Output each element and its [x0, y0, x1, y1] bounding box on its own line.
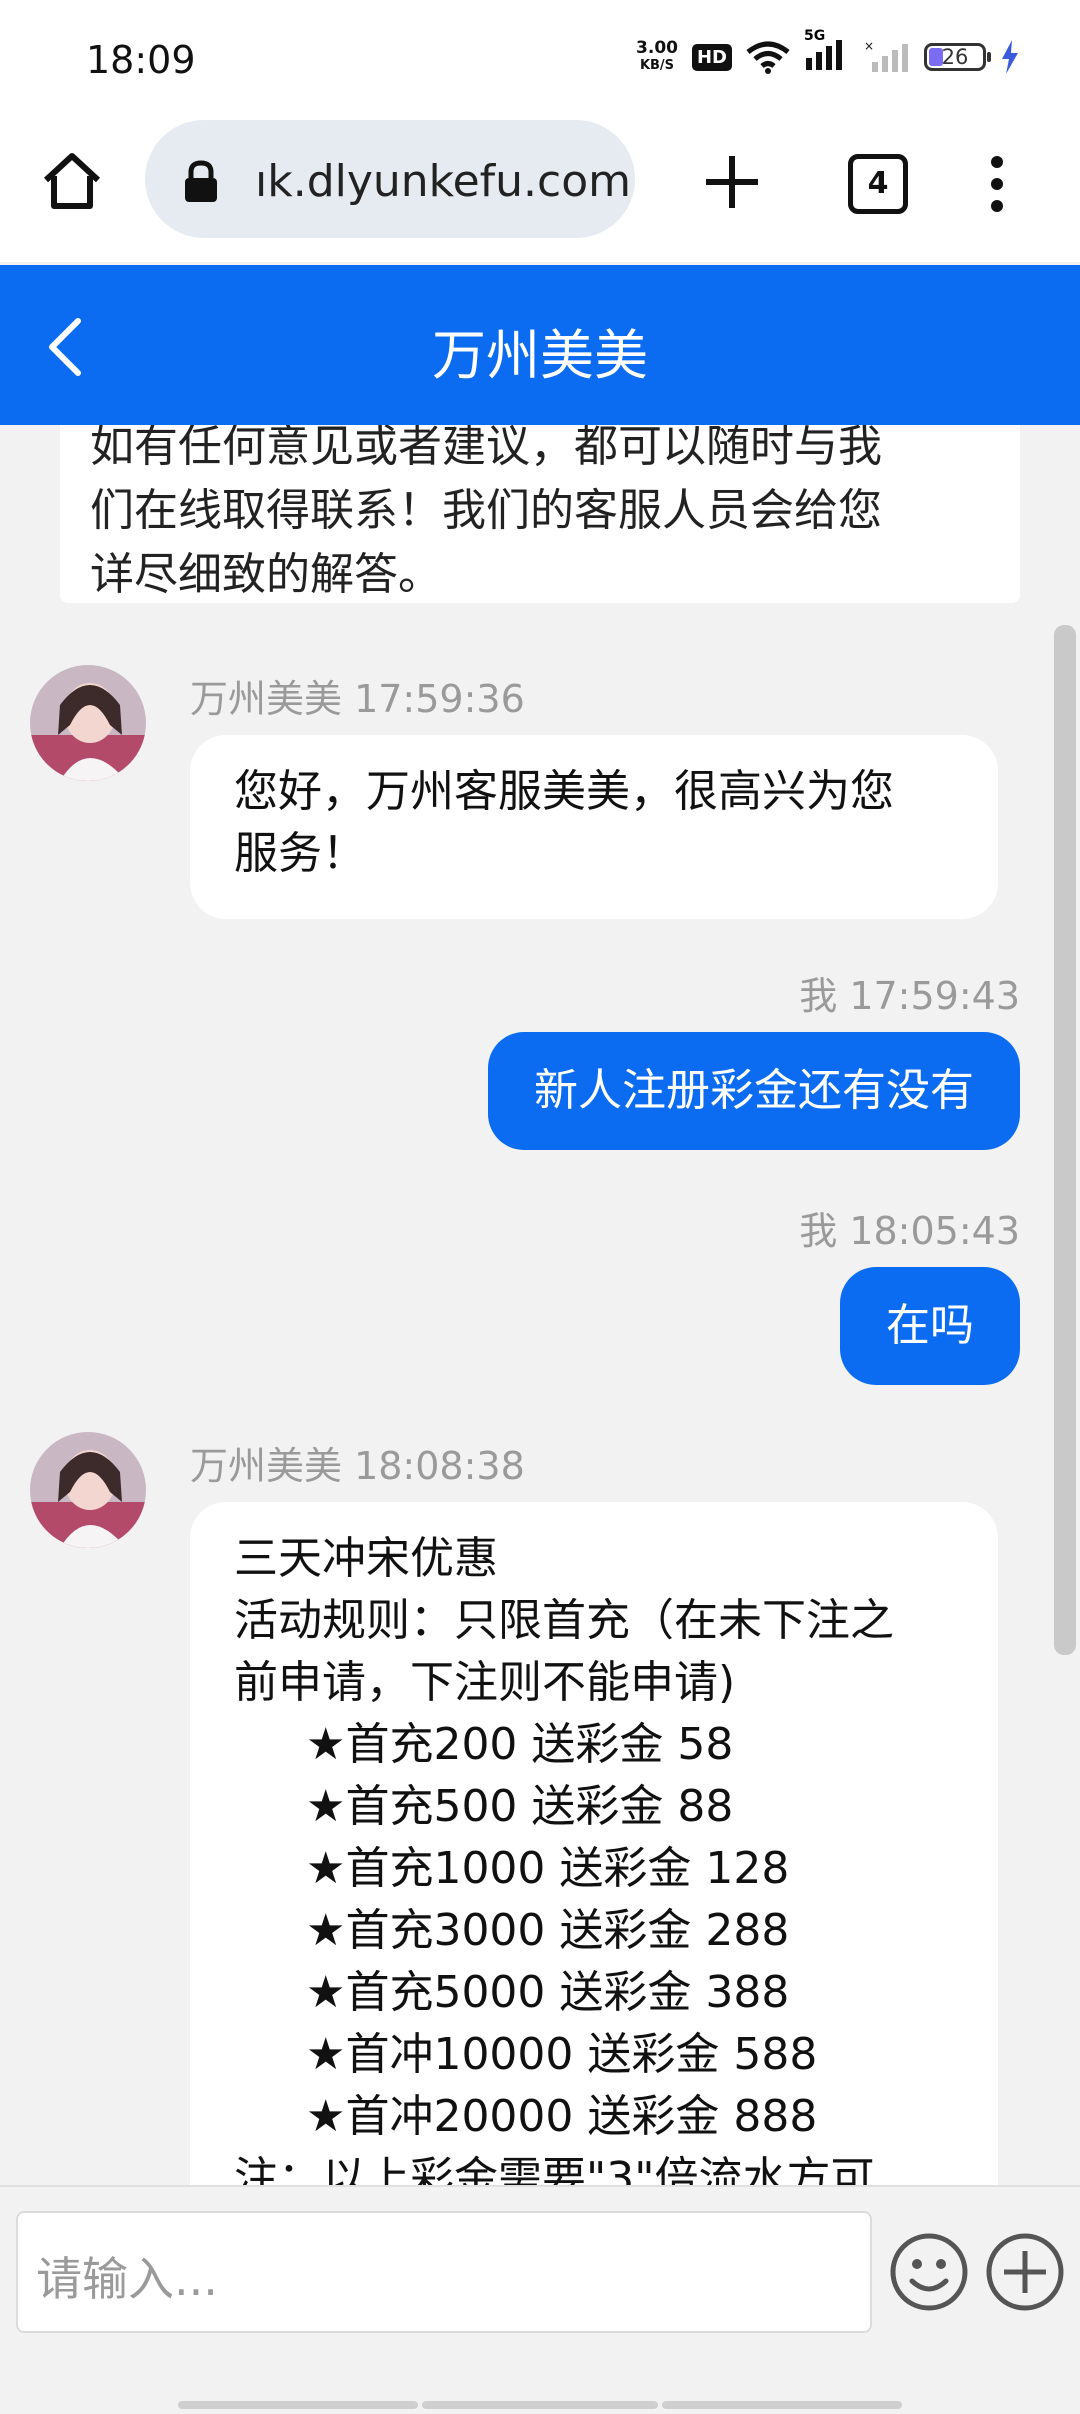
gesture-bar — [422, 2401, 658, 2409]
network-type-label: 5G — [804, 28, 826, 44]
outgoing-message-bubble: 新人注册彩金还有没有 — [488, 1032, 1020, 1150]
gesture-bar — [662, 2401, 902, 2409]
lock-icon — [185, 160, 217, 202]
message-line: 活动规则：只限首充（在未下注之 — [234, 1595, 894, 1646]
chat-messages[interactable]: 如有任何意见或者建议，都可以随时与我 们在线取得联系！我们的客服人员会给您 详尽… — [0, 425, 1080, 2185]
message-line: 服务！ — [234, 828, 366, 879]
message-line: ★首冲20000 送彩金 888 — [306, 2091, 818, 2142]
message-input[interactable]: 请输入... — [16, 2211, 872, 2333]
emoji-icon[interactable] — [888, 2231, 970, 2313]
signal-no-service-icon: × — [864, 40, 908, 72]
avatar[interactable] — [30, 1432, 146, 1548]
message-line: ★首充500 送彩金 88 — [306, 1781, 734, 1832]
network-speed-unit: KB/S — [639, 58, 675, 73]
tab-switcher-button[interactable]: 4 — [848, 154, 908, 214]
hd-badge: HD — [691, 43, 732, 71]
message-meta: 万州美美 17:59:36 — [190, 677, 525, 721]
input-placeholder: 请输入... — [36, 2252, 218, 2306]
message-line: ★首充3000 送彩金 288 — [306, 1905, 790, 1956]
intro-line: 如有任何意见或者建议，都可以随时与我 — [90, 425, 882, 472]
message-line: 您好，万州客服美美，很高兴为您 — [234, 766, 894, 817]
message-meta: 我 17:59:43 — [799, 974, 1020, 1018]
scrollbar[interactable] — [1054, 625, 1076, 1655]
incoming-message-bubble: 三天冲宋优惠 活动规则：只限首充（在未下注之 前申请，下注则不能申请) ★首充2… — [190, 1502, 998, 2185]
wifi-icon — [746, 41, 790, 74]
message-line: ★首冲10000 送彩金 588 — [306, 2029, 818, 2080]
url-text: ık.dlyunkefu.com — [255, 156, 631, 207]
more-menu-icon[interactable] — [985, 152, 1009, 216]
network-speed: 3.00 KB/S — [636, 40, 678, 74]
message-line: ★首充5000 送彩金 388 — [306, 1967, 790, 2018]
message-meta: 我 18:05:43 — [799, 1209, 1020, 1253]
browser-toolbar: ık.dlyunkefu.com 4 — [0, 120, 1080, 262]
network-speed-value: 3.00 — [636, 38, 678, 58]
battery-icon: 26 — [924, 43, 991, 71]
status-icons: 3.00 KB/S HD 5G × 26 — [636, 28, 1020, 76]
address-bar[interactable]: ık.dlyunkefu.com — [145, 120, 635, 238]
message-meta: 万州美美 18:08:38 — [190, 1444, 525, 1488]
charging-icon — [1002, 40, 1018, 74]
svg-text:×: × — [864, 40, 874, 53]
gesture-bar — [178, 2401, 418, 2409]
message-line: ★首充1000 送彩金 128 — [306, 1843, 790, 1894]
battery-level: 26 — [941, 45, 969, 69]
message-line: ★首充200 送彩金 58 — [306, 1719, 734, 1770]
intro-line: 们在线取得联系！我们的客服人员会给您 — [90, 485, 882, 536]
page-title: 万州美美 — [432, 324, 648, 387]
incoming-message-bubble: 您好，万州客服美美，很高兴为您 服务！ — [190, 735, 998, 919]
add-icon[interactable] — [984, 2231, 1066, 2313]
intro-text: 如有任何意见或者建议，都可以随时与我 们在线取得联系！我们的客服人员会给您 详尽… — [90, 425, 1010, 607]
message-line: 注：以上彩金需要"3"倍流水方可 — [234, 2153, 875, 2185]
message-line: 三天冲宋优惠 — [234, 1533, 498, 1584]
intro-line: 详尽细致的解答。 — [90, 549, 442, 600]
new-tab-icon[interactable] — [700, 150, 764, 214]
intro-card: 如有任何意见或者建议，都可以随时与我 们在线取得联系！我们的客服人员会给您 详尽… — [60, 425, 1020, 603]
home-icon[interactable] — [40, 150, 104, 214]
status-bar: 18:09 3.00 KB/S HD 5G × 26 — [0, 0, 1080, 120]
outgoing-message-bubble: 在吗 — [840, 1267, 1020, 1385]
chat-header: 万州美美 — [0, 265, 1080, 425]
status-time: 18:09 — [86, 38, 196, 82]
signal-5g: 5G — [804, 28, 850, 76]
avatar[interactable] — [30, 665, 146, 781]
input-bar: 请输入... — [0, 2185, 1080, 2414]
message-line: 前申请，下注则不能申请) — [234, 1657, 736, 1708]
